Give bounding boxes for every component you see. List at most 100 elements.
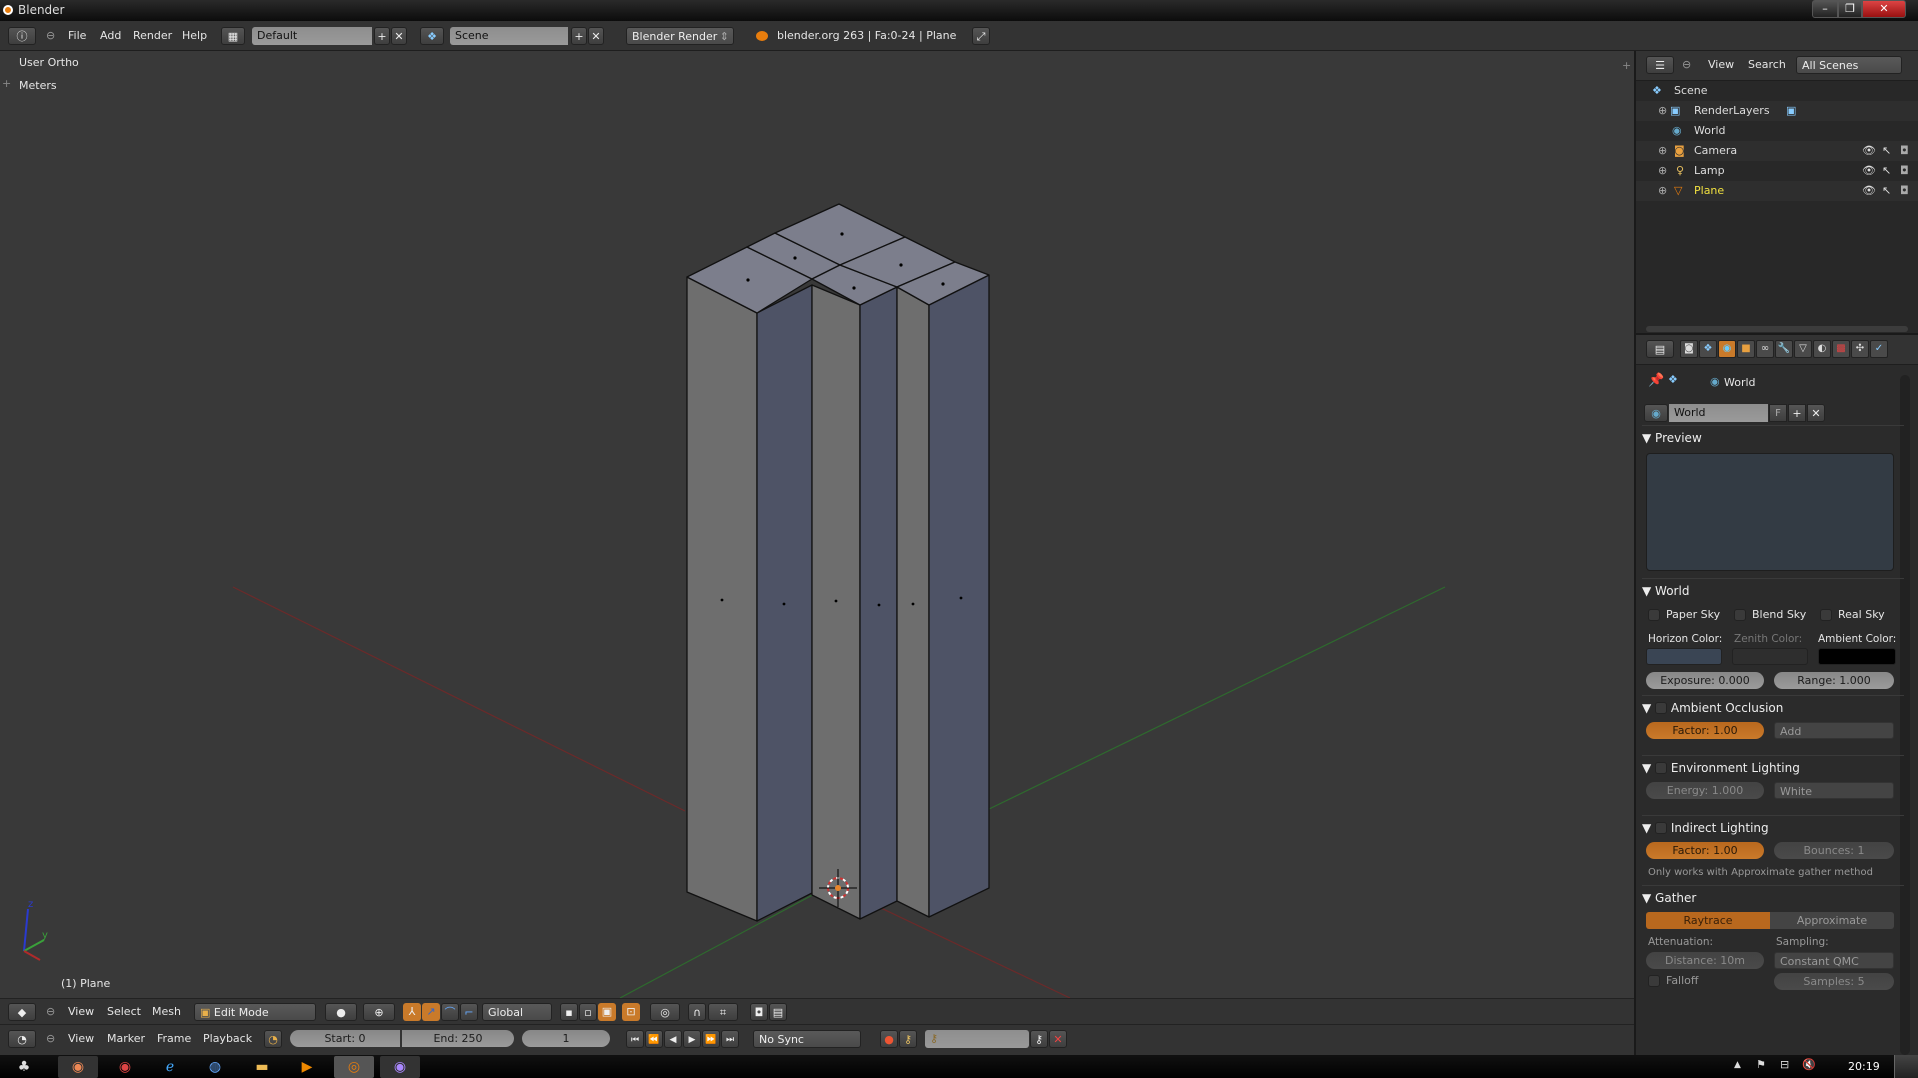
taskbar-chrome-icon[interactable]: ◉ (105, 1056, 145, 1078)
visibility-eye-icon[interactable]: 👁 (1862, 141, 1876, 161)
collapse-menu-icon[interactable]: ⊖ (46, 27, 55, 45)
expand-icon[interactable]: ⊕ (1658, 101, 1667, 121)
outliner-filter-select[interactable]: All Scenes (1796, 56, 1902, 74)
mesh-plane[interactable] (686, 203, 990, 922)
tab-constraints-icon[interactable]: ∞ (1756, 340, 1774, 358)
jump-keyframe-forward-icon[interactable]: ⏩ (702, 1030, 720, 1048)
pivot-point-icon[interactable]: ⊕ (363, 1003, 395, 1021)
tray-volume-muted-icon[interactable]: 🔇 (1802, 1058, 1816, 1071)
menu-help[interactable]: Help (182, 27, 207, 45)
delete-keyframe-icon[interactable]: ✕ (1049, 1030, 1067, 1048)
sync-mode-select[interactable]: No Sync (753, 1030, 861, 1048)
taskbar-blender-icon[interactable]: ◎ (334, 1056, 374, 1078)
outliner-item-lamp[interactable]: ⊕ ♀ Lamp 👁 ↖ ◘ (1636, 161, 1918, 181)
tab-physics-icon[interactable]: ✓ (1870, 340, 1888, 358)
keying-set-icon[interactable]: ⚷ (899, 1030, 917, 1048)
scene-icon[interactable]: ❖ (420, 27, 444, 45)
selectable-cursor-icon[interactable]: ↖ (1882, 181, 1891, 201)
play-reverse-icon[interactable]: ◀ (664, 1030, 682, 1048)
viewport-shading-icon[interactable]: ● (325, 1003, 357, 1021)
collapse-menu-icon[interactable]: ⊖ (46, 1030, 55, 1048)
new-world-button[interactable]: + (1788, 404, 1806, 422)
outliner-item-camera[interactable]: ⊕ ◙ Camera 👁 ↖ ◘ (1636, 141, 1918, 161)
editor-type-outliner-icon[interactable]: ☰ (1646, 56, 1674, 74)
screen-layout-field[interactable]: Default (252, 27, 372, 45)
selectable-cursor-icon[interactable]: ↖ (1882, 141, 1891, 161)
mode-select[interactable]: ▣ Edit Mode (194, 1003, 316, 1021)
face-select-icon[interactable]: ▣ (598, 1003, 616, 1021)
renderable-camera-icon[interactable]: ◘ (1900, 141, 1909, 161)
selectable-cursor-icon[interactable]: ↖ (1882, 161, 1891, 181)
3d-viewport[interactable]: User Ortho Meters + + y z (1) Plane (0, 51, 1634, 998)
taskbar-explorer-icon[interactable]: ▬ (242, 1056, 282, 1078)
editor-type-properties-icon[interactable]: ▤ (1646, 340, 1674, 358)
jump-keyframe-back-icon[interactable]: ⏪ (645, 1030, 663, 1048)
close-button[interactable]: ✕ (1862, 0, 1906, 18)
tray-network-icon[interactable]: ⊟ (1780, 1058, 1789, 1071)
env-enable-checkbox[interactable] (1655, 762, 1668, 774)
render-animation-icon[interactable]: ▤ (769, 1003, 787, 1021)
render-opengl-icon[interactable]: ◘ (750, 1003, 768, 1021)
ao-enable-checkbox[interactable] (1655, 702, 1668, 714)
taskbar-ie-icon[interactable]: ℯ (150, 1056, 190, 1078)
renderable-camera-icon[interactable]: ◘ (1900, 161, 1909, 181)
manipulator-toggle-icon[interactable]: ⅄ (403, 1003, 421, 1021)
render-engine-select[interactable]: Blender Render ⇕ (626, 27, 734, 45)
jump-end-icon[interactable]: ⏭ (721, 1030, 739, 1048)
horizon-color-swatch[interactable] (1646, 648, 1722, 665)
maximize-button[interactable]: ❐ (1838, 0, 1862, 18)
sampling-method-select[interactable]: Constant QMC (1774, 952, 1894, 969)
editor-type-3d-icon[interactable]: ◆ (8, 1003, 36, 1021)
outliner-item-plane[interactable]: ⊕ ▽ Plane 👁 ↖ ◘ (1636, 181, 1918, 201)
menu-view[interactable]: View (1708, 56, 1734, 74)
indirect-enable-checkbox[interactable] (1655, 822, 1668, 834)
end-frame-field[interactable]: End: 250 (402, 1030, 514, 1047)
jump-start-icon[interactable]: ⏮ (626, 1030, 644, 1048)
menu-view[interactable]: View (68, 1003, 94, 1021)
world-browse-icon[interactable]: ◉ (1644, 404, 1668, 422)
panel-ao-header[interactable]: ▼ Ambient Occlusion (1642, 695, 1904, 719)
menu-file[interactable]: File (68, 27, 86, 45)
indirect-bounces-field[interactable]: Bounces: 1 (1774, 842, 1894, 859)
outliner-item-scene[interactable]: ❖ Scene (1636, 81, 1918, 101)
add-layout-button[interactable]: + (374, 27, 390, 45)
snap-toggle-icon[interactable]: ∩ (688, 1003, 706, 1021)
visibility-eye-icon[interactable]: 👁 (1862, 181, 1876, 201)
expand-icon[interactable]: ⊕ (1658, 141, 1667, 161)
start-button-icon[interactable]: ♣ (4, 1056, 44, 1078)
transform-orientation-select[interactable]: Global (482, 1003, 552, 1021)
proportional-edit-icon[interactable]: ◎ (650, 1003, 680, 1021)
menu-mesh[interactable]: Mesh (152, 1003, 181, 1021)
start-frame-field[interactable]: Start: 0 (290, 1030, 400, 1047)
tab-scene-icon[interactable]: ❖ (1699, 340, 1717, 358)
panel-preview-header[interactable]: ▼ Preview (1642, 425, 1904, 449)
tab-mesh-data-icon[interactable]: ▽ (1794, 340, 1812, 358)
tab-world-icon[interactable]: ◉ (1718, 340, 1736, 358)
attenuation-distance-field[interactable]: Distance: 10m (1646, 952, 1764, 969)
tab-texture-icon[interactable]: ▩ (1832, 340, 1850, 358)
outliner-scrollbar[interactable] (1646, 326, 1908, 332)
menu-marker[interactable]: Marker (107, 1030, 145, 1048)
translate-manipulator-icon[interactable]: ↗ (422, 1003, 440, 1021)
tray-flag-icon[interactable]: ⚑ (1756, 1058, 1766, 1071)
collapse-menu-icon[interactable]: ⊖ (46, 1003, 55, 1021)
play-icon[interactable]: ▶ (683, 1030, 701, 1048)
menu-select[interactable]: Select (107, 1003, 141, 1021)
menu-search[interactable]: Search (1748, 56, 1786, 74)
keying-set-field[interactable]: ⚷ (925, 1030, 1029, 1048)
range-field[interactable]: Range: 1.000 (1774, 672, 1894, 689)
panel-gather-header[interactable]: ▼ Gather (1642, 885, 1904, 909)
pin-icon[interactable]: 📌 (1648, 373, 1664, 388)
limit-selection-icon[interactable]: ⊡ (622, 1003, 640, 1021)
snap-element-icon[interactable]: ⌗ (708, 1003, 738, 1021)
current-frame-field[interactable]: 1 (522, 1030, 610, 1047)
edge-select-icon[interactable]: ▫ (579, 1003, 597, 1021)
expand-icon[interactable]: ⊕ (1658, 161, 1667, 181)
tab-object-icon[interactable]: ■ (1737, 340, 1755, 358)
screen-layout-icon[interactable]: ▦ (221, 27, 245, 45)
show-desktop-button[interactable] (1894, 1055, 1918, 1078)
tab-modifiers-icon[interactable]: 🔧 (1775, 340, 1793, 358)
ambient-color-swatch[interactable] (1818, 648, 1896, 665)
add-scene-button[interactable]: + (571, 27, 587, 45)
preview-range-icon[interactable]: ◔ (264, 1030, 282, 1048)
